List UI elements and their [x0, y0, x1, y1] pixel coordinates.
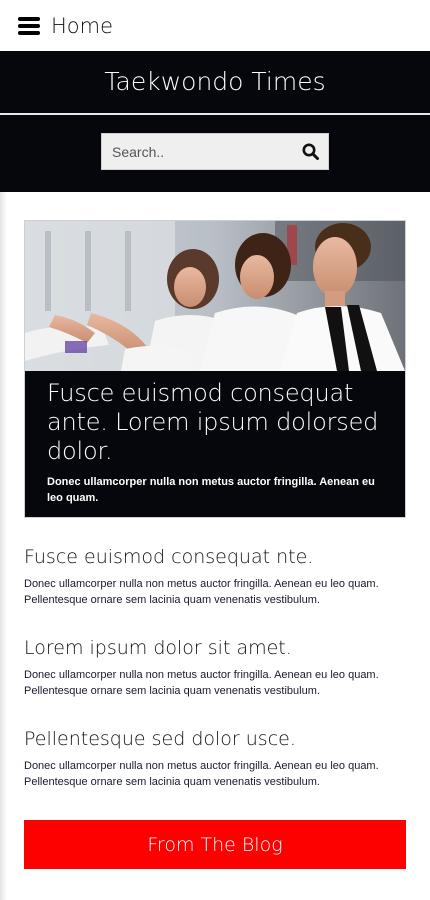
article-title[interactable]: Fusce euismod consequat nte.	[24, 544, 406, 570]
site-title[interactable]: Taekwondo Times	[0, 51, 430, 112]
article-text: Donec ullamcorper nulla non metus auctor…	[24, 669, 379, 697]
from-the-blog-button[interactable]: From The Blog	[24, 820, 406, 869]
article-title[interactable]: Pellentesque sed dolor usce.	[24, 726, 406, 752]
hamburger-icon[interactable]	[18, 16, 40, 35]
search-box	[101, 133, 329, 170]
site-header: Taekwondo Times	[0, 51, 430, 192]
search-icon[interactable]	[293, 134, 328, 169]
hero-text: Donec ullamcorper nulla non metus auctor…	[47, 476, 375, 504]
article-text: Donec ullamcorper nulla non metus auctor…	[24, 578, 379, 606]
header-divider	[0, 113, 430, 115]
menu-label[interactable]: Home	[51, 14, 113, 38]
article-item: Fusce euismod consequat nte. Donec ullam…	[24, 544, 406, 635]
page-edge-shadow	[0, 192, 7, 900]
featured-slide[interactable]: Fusce euismod consequat ante. Lorem ipsu…	[24, 220, 406, 518]
top-bar: Home	[0, 0, 430, 51]
article-list: Fusce euismod consequat nte. Donec ullam…	[24, 544, 406, 817]
article-title[interactable]: Lorem ipsum dolor sit amet.	[24, 635, 406, 661]
article-item: Lorem ipsum dolor sit amet. Donec ullamc…	[24, 635, 406, 726]
search-input[interactable]	[102, 134, 293, 169]
article-item: Pellentesque sed dolor usce. Donec ullam…	[24, 726, 406, 817]
hero-image	[25, 221, 405, 371]
hero-caption: Fusce euismod consequat ante. Lorem ipsu…	[25, 371, 405, 517]
article-text: Donec ullamcorper nulla non metus auctor…	[24, 760, 379, 788]
hero-title[interactable]: Fusce euismod consequat ante. Lorem ipsu…	[47, 379, 385, 466]
menu-button[interactable]: Home	[18, 14, 113, 38]
